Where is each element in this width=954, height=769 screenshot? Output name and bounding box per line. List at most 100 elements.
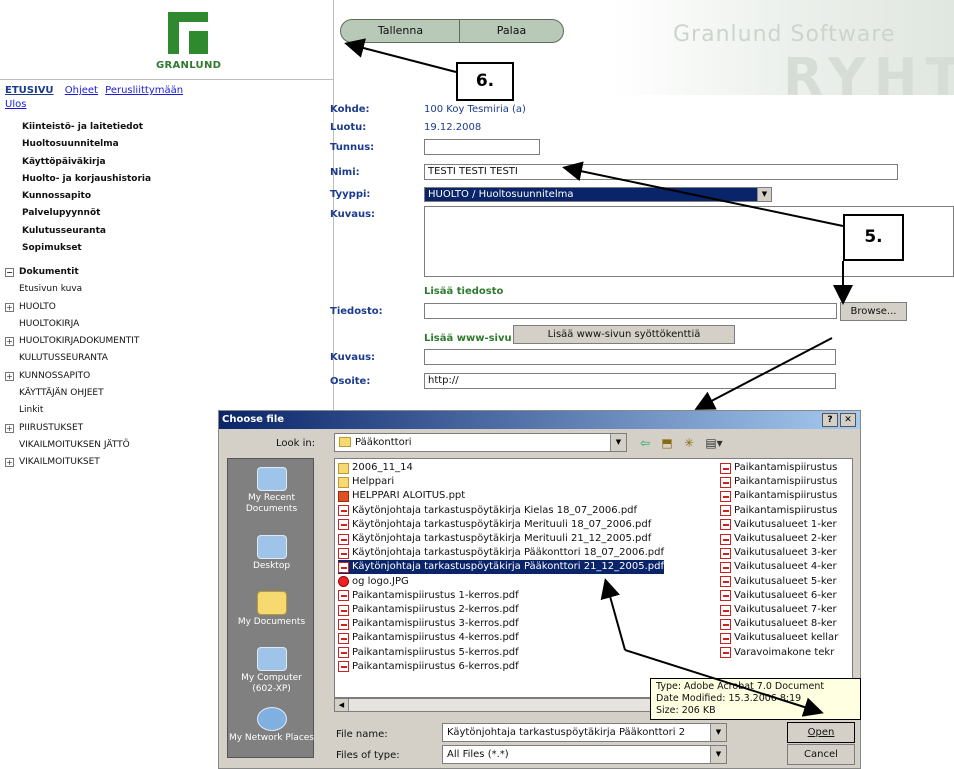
nimi-field[interactable]: TESTI TESTI TESTI	[424, 164, 898, 180]
file-item[interactable]: Paikantamispiirustus 6-kerros.pdf	[338, 660, 519, 674]
tree-item[interactable]: KÄYTTÄJÄN OHJEET	[5, 385, 139, 402]
file-item[interactable]: HELPPARI ALOITUS.ppt	[338, 489, 465, 503]
browse-button[interactable]: Browse...	[840, 302, 907, 321]
file-item[interactable]: Paikantamispiirustus	[720, 461, 852, 475]
file-item[interactable]: Paikantamispiirustus 5-kerros.pdf	[338, 646, 519, 660]
expand-icon[interactable]: +	[5, 423, 14, 433]
kuvaus2-field[interactable]	[424, 349, 836, 365]
nav-item-huoltosuunnitelma[interactable]: Huoltosuunnitelma	[22, 136, 151, 153]
expand-icon[interactable]: +	[5, 371, 14, 381]
file-name: Varavoimakone tekr	[734, 646, 835, 658]
collapse-icon[interactable]: −	[5, 268, 14, 278]
tree-item[interactable]: Etusivun kuva	[5, 281, 139, 298]
expand-icon[interactable]: +	[5, 458, 14, 468]
add-www-fields-button[interactable]: Lisää www-sivun syöttökenttiä	[513, 325, 735, 344]
file-list[interactable]: 2006_11_14 Helppari HELPPARI ALOITUS.ppt Kä…	[334, 458, 853, 698]
nav-item-palvelupyynnot[interactable]: Palvelupyynnöt	[22, 205, 151, 222]
tree-item[interactable]: + KUNNOSSAPITO	[5, 368, 139, 385]
look-in-select[interactable]: Pääkonttori ▼	[334, 433, 627, 452]
ohjeet-link[interactable]: Ohjeet	[65, 85, 98, 96]
tree-item[interactable]: Linkit	[5, 402, 139, 419]
file-item[interactable]: Varavoimakone tekr	[720, 646, 852, 660]
file-item[interactable]: og logo.JPG	[338, 575, 409, 589]
tree-item[interactable]: + HUOLTOKIRJADOKUMENTIT	[5, 333, 139, 350]
file-item[interactable]: Paikantamispiirustus 4-kerros.pdf	[338, 631, 519, 645]
open-button[interactable]: Open	[787, 722, 855, 743]
scroll-left-icon[interactable]: ◀	[335, 699, 349, 711]
file-type-select[interactable]: All Files (*.*) ▼	[442, 745, 727, 764]
close-button[interactable]: ✕	[840, 413, 856, 427]
nav-item-kunnossapito[interactable]: Kunnossapito	[22, 188, 151, 205]
chevron-down-icon[interactable]: ▼	[757, 188, 771, 201]
save-button[interactable]: Tallenna	[340, 19, 461, 43]
nav-item-kayttopaivakirja[interactable]: Käyttöpäiväkirja	[22, 154, 151, 171]
file-item[interactable]: Vaikutusalueet 7-ker	[720, 603, 852, 617]
logo-area: GRANLUND	[0, 0, 333, 80]
file-item[interactable]: Vaikutusalueet 1-ker	[720, 518, 852, 532]
tree-item[interactable]: KULUTUSSEURANTA	[5, 350, 139, 367]
file-item[interactable]: Käytönjohtaja tarkastuspöytäkirja Meritu…	[338, 518, 651, 532]
file-item[interactable]: Vaikutusalueet 5-ker	[720, 575, 852, 589]
add-file-label: Lisää tiedosto	[424, 286, 504, 297]
nav-item-huoltohistoria[interactable]: Huolto- ja korjaushistoria	[22, 171, 151, 188]
osoite-field[interactable]: http://	[424, 373, 836, 389]
place-label: My Computer (602-XP)	[241, 673, 302, 694]
tree-item[interactable]: + VIKAILMOITUKSET	[5, 454, 139, 471]
up-folder-icon[interactable]: ⬒	[657, 434, 677, 452]
new-folder-icon[interactable]: ✳	[679, 434, 699, 452]
nav-item-kiinteisto[interactable]: Kiinteistö- ja laitetiedot	[22, 119, 151, 136]
cancel-button[interactable]: Cancel	[787, 744, 855, 765]
file-item[interactable]: Paikantamispiirustus	[720, 489, 852, 503]
place-my-computer[interactable]: My Computer (602-XP)	[228, 647, 315, 695]
perusliittyma-link[interactable]: Perusliittymään	[105, 85, 183, 96]
file-item[interactable]: Vaikutusalueet 4-ker	[720, 560, 852, 574]
file-item[interactable]: Vaikutusalueet 6-ker	[720, 589, 852, 603]
file-item[interactable]: Käytönjohtaja tarkastuspöytäkirja Meritu…	[338, 532, 651, 546]
tunnus-field[interactable]	[424, 139, 540, 155]
chevron-down-icon[interactable]: ▼	[710, 746, 726, 763]
logout-link[interactable]: Ulos	[5, 99, 26, 110]
kuvaus-label: Kuvaus:	[330, 209, 376, 220]
tiedosto-field[interactable]	[424, 303, 837, 319]
tree-item[interactable]: + PIIRUSTUKSET	[5, 420, 139, 437]
file-item[interactable]: Paikantamispiirustus 2-kerros.pdf	[338, 603, 519, 617]
place-recent-documents[interactable]: My Recent Documents	[228, 467, 315, 515]
tree-item[interactable]: VIKAILMOITUKSEN JÄTTÖ	[5, 437, 139, 454]
file-item[interactable]: Paikantamispiirustus	[720, 475, 852, 489]
view-menu-icon[interactable]: ▤▾	[701, 434, 727, 452]
file-item[interactable]: Helppari	[338, 475, 394, 489]
tyyppi-select[interactable]: HUOLTO / Huoltosuunnitelma ▼	[424, 187, 772, 202]
etusivu-link[interactable]: ETUSIVU	[5, 85, 54, 96]
file-item[interactable]: Vaikutusalueet 2-ker	[720, 532, 852, 546]
file-item[interactable]: Vaikutusalueet kellar	[720, 631, 852, 645]
expand-icon[interactable]: +	[5, 302, 14, 312]
tree-item[interactable]: + HUOLTO	[5, 299, 139, 316]
pdf-file-icon	[720, 576, 731, 588]
back-button[interactable]: Palaa	[459, 19, 564, 43]
file-item[interactable]: Paikantamispiirustus	[720, 504, 852, 518]
file-item[interactable]: Vaikutusalueet 8-ker	[720, 617, 852, 631]
file-item[interactable]: Vaikutusalueet 3-ker	[720, 546, 852, 560]
tree-item-label: HUOLTOKIRJADOKUMENTIT	[19, 336, 140, 347]
nav-item-sopimukset[interactable]: Sopimukset	[22, 240, 151, 257]
file-item[interactable]: Käytönjohtaja tarkastuspöytäkirja Pääkon…	[338, 560, 665, 575]
tree-item-label: KUNNOSSAPITO	[19, 370, 91, 381]
file-item[interactable]: Käytönjohtaja tarkastuspöytäkirja Kielas…	[338, 504, 637, 518]
file-name-input[interactable]: Käytönjohtaja tarkastuspöytäkirja Pääkon…	[442, 723, 727, 742]
chevron-down-icon[interactable]: ▼	[610, 434, 626, 451]
place-my-documents[interactable]: My Documents	[228, 591, 315, 628]
tree-root-dokumentit[interactable]: − Dokumentit	[5, 264, 139, 281]
pdf-file-icon	[720, 519, 731, 531]
file-item[interactable]: Paikantamispiirustus 1-kerros.pdf	[338, 589, 519, 603]
help-button[interactable]: ?	[822, 413, 838, 427]
back-arrow-icon[interactable]: ⇦	[635, 434, 655, 452]
file-item[interactable]: 2006_11_14	[338, 461, 413, 475]
nav-item-kulutusseuranta[interactable]: Kulutusseuranta	[22, 223, 151, 240]
file-item[interactable]: Paikantamispiirustus 3-kerros.pdf	[338, 617, 519, 631]
tree-item[interactable]: HUOLTOKIRJA	[5, 316, 139, 333]
place-desktop[interactable]: Desktop	[228, 535, 315, 572]
place-network[interactable]: My Network Places	[228, 707, 315, 744]
expand-icon[interactable]: +	[5, 337, 14, 347]
file-item[interactable]: Käytönjohtaja tarkastuspöytäkirja Pääkon…	[338, 546, 664, 560]
chevron-down-icon[interactable]: ▼	[710, 724, 726, 741]
